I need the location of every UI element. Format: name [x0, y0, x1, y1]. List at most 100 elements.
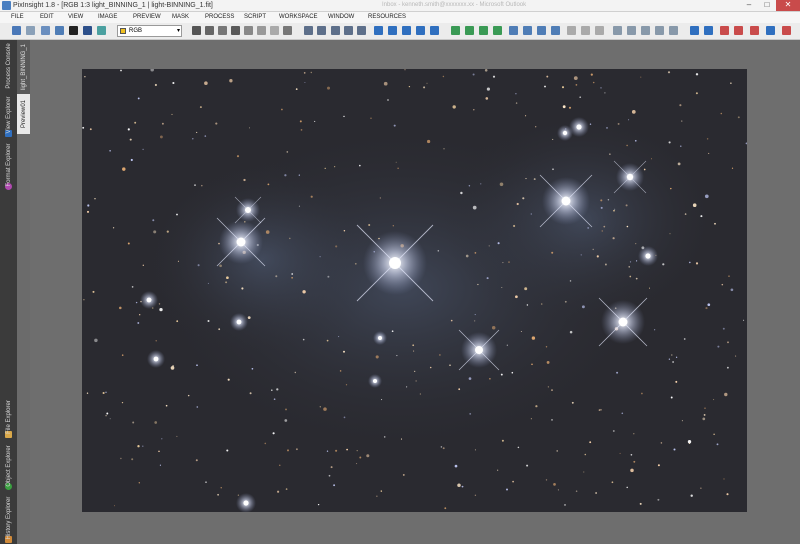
close-image-icon[interactable]	[97, 26, 106, 35]
menu-mask[interactable]: MASK	[172, 12, 189, 23]
background-window-title: Inbox - kenneth.smith@xxxxxxx.xx - Micro…	[382, 2, 527, 8]
zoom-fit-icon[interactable]	[205, 26, 214, 35]
process-console-label: Process Console	[5, 43, 12, 89]
faint-star	[617, 122, 620, 125]
faint-star	[561, 86, 565, 89]
colorspace-select[interactable]: RGB ▾	[117, 25, 182, 37]
stf-reset-icon[interactable]	[537, 26, 546, 35]
mask-invert-icon[interactable]	[465, 26, 474, 35]
save-as-icon[interactable]	[83, 26, 92, 35]
mask-show-icon[interactable]	[451, 26, 460, 35]
minimize-icon[interactable]: –	[740, 0, 758, 11]
faint-star	[86, 392, 89, 394]
tab-history-explorer[interactable]: History Explorer	[0, 492, 17, 544]
screen-red-icon-3[interactable]	[750, 26, 759, 35]
tab-process-console[interactable]: Process Console	[0, 40, 17, 92]
tab-preview01[interactable]: Preview01	[17, 94, 30, 134]
view-explorer-label: View Explorer	[5, 96, 12, 134]
star-taygeta	[613, 160, 647, 194]
maximize-icon[interactable]: □	[758, 0, 776, 11]
faint-star	[716, 443, 719, 446]
faint-star	[668, 141, 671, 144]
stf-icon[interactable]	[509, 26, 518, 35]
pan-icon[interactable]	[192, 26, 201, 35]
process-icon-2[interactable]	[581, 26, 590, 35]
menu-process[interactable]: PROCESS	[205, 12, 234, 23]
faint-star	[327, 275, 330, 278]
faint-star	[105, 414, 107, 417]
zoom-1-1-icon[interactable]	[331, 26, 340, 35]
mask-enable-icon[interactable]	[479, 26, 488, 35]
faint-star	[477, 283, 479, 286]
menu-file[interactable]: FILE	[11, 12, 24, 23]
zoom-out-icon[interactable]	[317, 26, 326, 35]
grid-icon[interactable]	[244, 26, 253, 35]
faint-star	[84, 76, 86, 78]
fit-width-icon[interactable]	[388, 26, 397, 35]
process-icon-3[interactable]	[595, 26, 604, 35]
faint-star	[743, 319, 745, 321]
fit-frame-icon[interactable]	[430, 26, 439, 35]
image-view[interactable]	[82, 69, 747, 512]
select-icon[interactable]	[257, 26, 266, 35]
explorer-icon-3[interactable]	[641, 26, 650, 35]
faint-star	[106, 412, 109, 415]
faint-star	[356, 463, 358, 465]
star-pleione	[638, 246, 658, 266]
zoom-optimal-icon[interactable]	[357, 26, 366, 35]
readout-icon[interactable]	[218, 26, 227, 35]
save-icon[interactable]	[69, 26, 78, 35]
explorer-icon-5[interactable]	[669, 26, 678, 35]
faint-star	[138, 482, 140, 484]
screen-icon-3[interactable]	[766, 26, 775, 35]
tab-object-explorer[interactable]: Object Explorer	[0, 440, 17, 492]
tab-format-explorer[interactable]: Format Explorer	[0, 138, 17, 192]
open-icon[interactable]	[55, 26, 64, 35]
stf-link-icon[interactable]	[551, 26, 560, 35]
menu-script[interactable]: SCRIPT	[244, 12, 266, 23]
fit-view-icon[interactable]	[374, 26, 383, 35]
tab-file-explorer[interactable]: File Explorer	[0, 394, 17, 440]
menu-preview[interactable]: PREVIEW	[133, 12, 161, 23]
mask-remove-icon[interactable]	[493, 26, 502, 35]
menu-window[interactable]: WINDOW	[328, 12, 354, 23]
preview-tool-icon[interactable]	[270, 26, 279, 35]
explorer-icon-1[interactable]	[613, 26, 622, 35]
faint-star	[573, 76, 578, 80]
menu-workspace[interactable]: WORKSPACE	[279, 12, 318, 23]
menu-edit[interactable]: EDIT	[40, 12, 54, 23]
stf-auto-icon[interactable]	[523, 26, 532, 35]
process-icon-1[interactable]	[567, 26, 576, 35]
screen-icon-1[interactable]	[690, 26, 699, 35]
faint-star	[449, 364, 451, 367]
faint-star	[607, 199, 610, 201]
screen-red-icon-4[interactable]	[782, 26, 791, 35]
undo-icon[interactable]	[12, 26, 21, 35]
faint-star	[152, 219, 155, 222]
explorer-icon-2[interactable]	[627, 26, 636, 35]
zoom-in-icon[interactable]	[304, 26, 313, 35]
faint-star	[630, 453, 633, 456]
pointer-icon[interactable]	[283, 26, 292, 35]
new-image-icon[interactable]	[41, 26, 50, 35]
menu-resources[interactable]: RESOURCES	[368, 12, 406, 23]
zoom-fit-window-icon[interactable]	[344, 26, 353, 35]
faint-star	[599, 408, 602, 411]
fit-height-icon[interactable]	[402, 26, 411, 35]
menu-image[interactable]: IMAGE	[98, 12, 117, 23]
tab-view-id[interactable]: light_BINNING_1	[17, 40, 30, 94]
screen-icon-2[interactable]	[704, 26, 713, 35]
faint-star	[94, 338, 98, 343]
faint-star	[506, 344, 508, 346]
faint-star	[335, 245, 338, 248]
faint-star	[376, 495, 378, 497]
explorer-icon-4[interactable]	[655, 26, 664, 35]
redo-icon[interactable]	[26, 26, 35, 35]
tab-view-explorer[interactable]: View Explorer	[0, 92, 17, 138]
fit-full-icon[interactable]	[416, 26, 425, 35]
screen-red-icon-1[interactable]	[720, 26, 729, 35]
close-icon[interactable]: ✕	[776, 0, 800, 11]
menu-view[interactable]: VIEW	[68, 12, 83, 23]
move-icon[interactable]	[231, 26, 240, 35]
screen-red-icon-2[interactable]	[734, 26, 743, 35]
